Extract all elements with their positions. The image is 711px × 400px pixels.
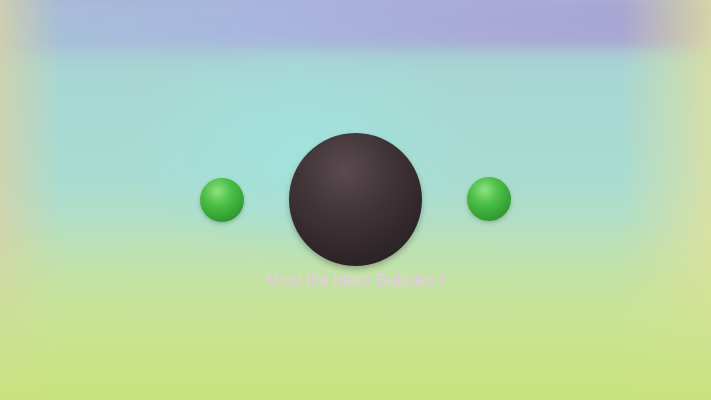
green-bubble-right[interactable] (467, 177, 511, 221)
warning-message: Mind the black Bubbles ! (265, 272, 446, 289)
green-bubble-left[interactable] (200, 178, 244, 222)
game-board: Mind the black Bubbles ! (0, 0, 711, 400)
background-wash-left (0, 0, 60, 400)
black-bubble[interactable] (289, 133, 422, 266)
background-wash-right (621, 0, 711, 400)
background-wash-top (0, 0, 711, 48)
